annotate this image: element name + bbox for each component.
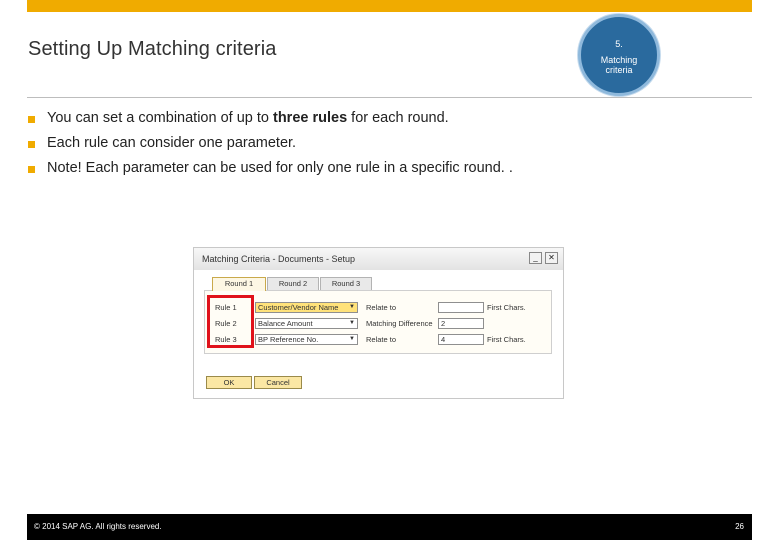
bullet-text: You can set a combination of up to three… [47, 110, 449, 126]
page-number: 26 [735, 522, 744, 531]
dropdown-arrow-icon: ▼ [349, 304, 355, 310]
step-number: 5. [615, 39, 623, 49]
tab-round-2[interactable]: Round 2 [267, 277, 319, 290]
close-icon[interactable]: ✕ [545, 252, 558, 264]
bullet-item: You can set a combination of up to three… [28, 110, 748, 135]
rule-3-unit-label: First Chars. [487, 335, 526, 344]
dropdown-arrow-icon: ▼ [349, 336, 355, 342]
bullet-item: Note! Each parameter can be used for onl… [28, 160, 748, 185]
bullet-square-icon [28, 166, 35, 173]
title-divider [27, 97, 752, 98]
dialog-title: Matching Criteria - Documents - Setup [202, 254, 356, 264]
bullet-square-icon [28, 116, 35, 123]
rule-2-field-select[interactable]: Balance Amount ▼ [255, 318, 358, 329]
rule-3-field-select[interactable]: BP Reference No. ▼ [255, 334, 358, 345]
rule-3-param-label: Relate to [366, 335, 397, 344]
step-indicator: 5. Matching criteria [578, 14, 660, 96]
step-label: Matching criteria [600, 55, 638, 75]
rule-3-param-input[interactable]: 4 [438, 334, 484, 345]
rule-1-field-select[interactable]: Customer/Vendor Name ▼ [255, 302, 358, 313]
bullet-item: Each rule can consider one parameter. [28, 135, 748, 160]
rule-1-param-label: Relate to [366, 303, 397, 312]
footer-copyright: © 2014 SAP AG. All rights reserved. [34, 522, 162, 531]
rule-1-param-input[interactable] [438, 302, 484, 313]
tab-round-1[interactable]: Round 1 [212, 277, 266, 291]
top-accent-bar [27, 0, 752, 12]
bullet-list: You can set a combination of up to three… [28, 110, 748, 185]
bullet-square-icon [28, 141, 35, 148]
rule-2-param-input[interactable]: 2 [438, 318, 484, 329]
rule-labels-highlight-box [207, 295, 254, 348]
rule-2-param-label: Matching Difference [366, 319, 433, 328]
tab-round-3[interactable]: Round 3 [320, 277, 372, 290]
ok-button[interactable]: OK [206, 376, 252, 389]
minimize-icon[interactable]: _ [529, 252, 542, 264]
bullet-text: Note! Each parameter can be used for onl… [47, 160, 513, 176]
dialog-title-bar[interactable]: Matching Criteria - Documents - Setup _ … [194, 248, 563, 270]
cancel-button[interactable]: Cancel [254, 376, 302, 389]
footer-bar: © 2014 SAP AG. All rights reserved. 26 [27, 514, 752, 540]
dropdown-arrow-icon: ▼ [349, 320, 355, 326]
rule-1-unit-label: First Chars. [487, 303, 526, 312]
slide-title: Setting Up Matching criteria [28, 38, 277, 60]
bullet-text: Each rule can consider one parameter. [47, 135, 297, 151]
matching-criteria-dialog: Matching Criteria - Documents - Setup _ … [193, 247, 564, 399]
